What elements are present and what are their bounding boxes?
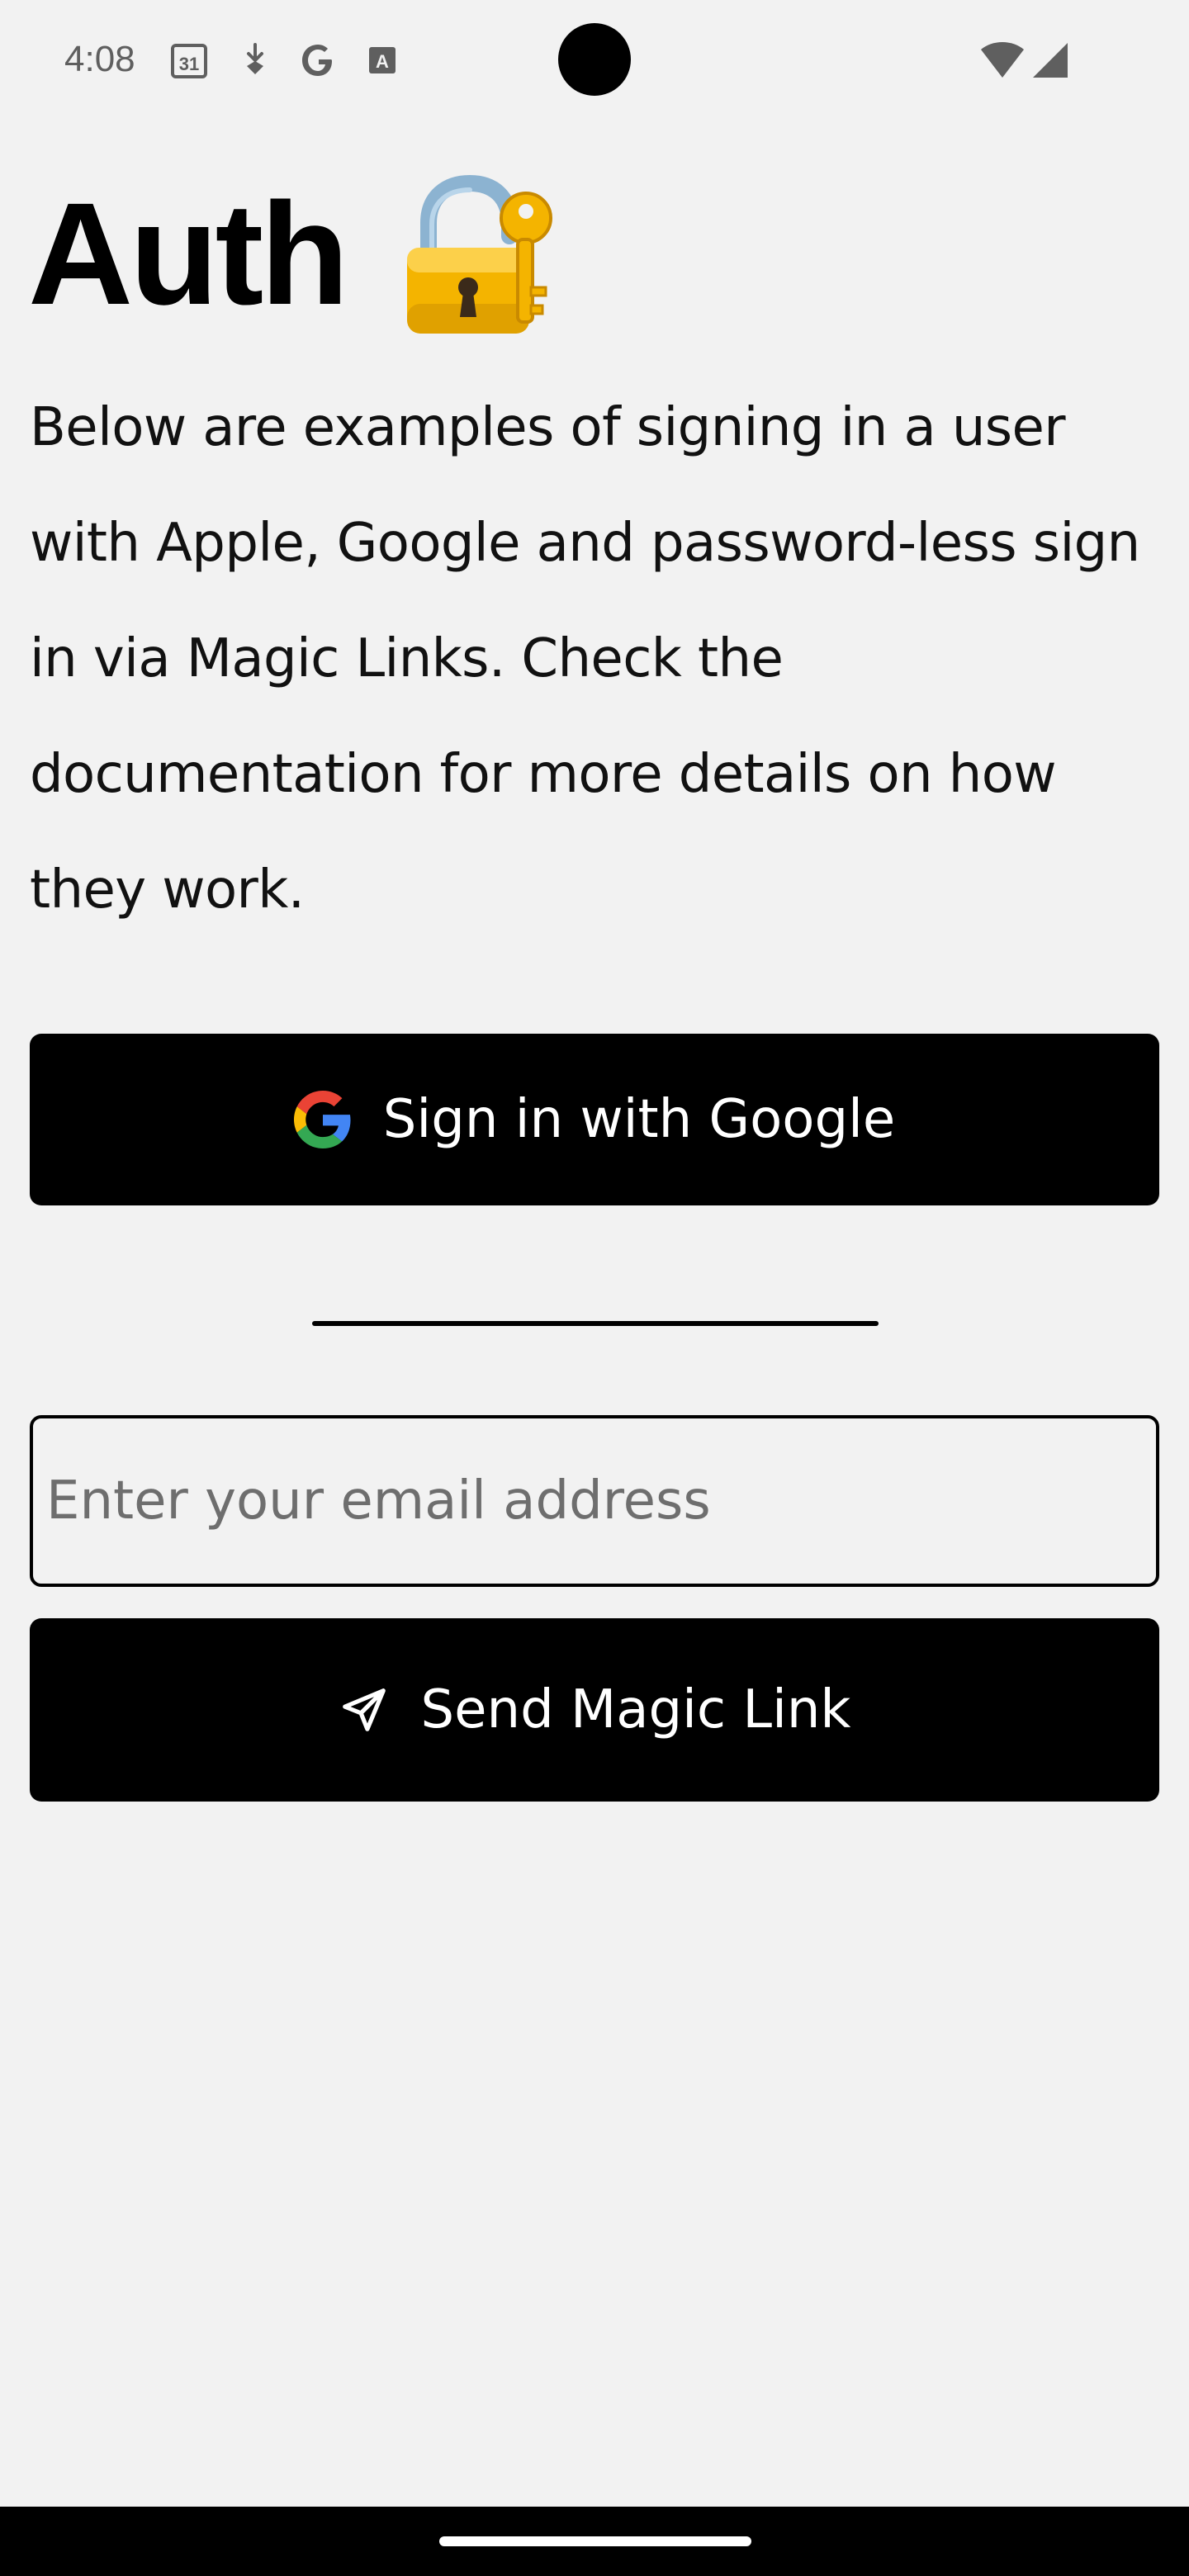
page-title-text: Auth [28, 173, 349, 335]
signal-icon [1030, 41, 1070, 79]
send-magic-link-button[interactable]: Send Magic Link [30, 1618, 1159, 1802]
calendar-icon: 31 [170, 41, 208, 79]
google-logo-icon [293, 1091, 352, 1148]
send-icon [339, 1684, 390, 1735]
navigation-bar [0, 2507, 1189, 2576]
app-screen: 4:08 31 A Auth Below are examples of sig… [0, 0, 1189, 2576]
send-magic-link-label: Send Magic Link [420, 1679, 851, 1740]
email-input[interactable] [30, 1415, 1159, 1587]
download-icon [236, 41, 274, 79]
status-bar: 4:08 31 A [0, 0, 1189, 116]
wifi-icon [979, 41, 1026, 79]
sign-in-with-google-button[interactable]: Sign in with Google [30, 1034, 1159, 1205]
status-time: 4:08 [64, 39, 135, 79]
page-title: Auth [28, 163, 559, 345]
calendar-day: 31 [179, 54, 199, 74]
sign-in-with-google-label: Sign in with Google [382, 1089, 896, 1150]
lock-with-key-icon [394, 172, 559, 337]
home-indicator[interactable] [439, 2536, 751, 2546]
google-g-icon [299, 41, 337, 79]
camera-cutout [558, 23, 631, 96]
divider [312, 1321, 879, 1326]
description-text: Below are examples of signing in a user … [30, 397, 1140, 921]
svg-text:A: A [376, 51, 389, 72]
font-icon: A [363, 41, 401, 79]
